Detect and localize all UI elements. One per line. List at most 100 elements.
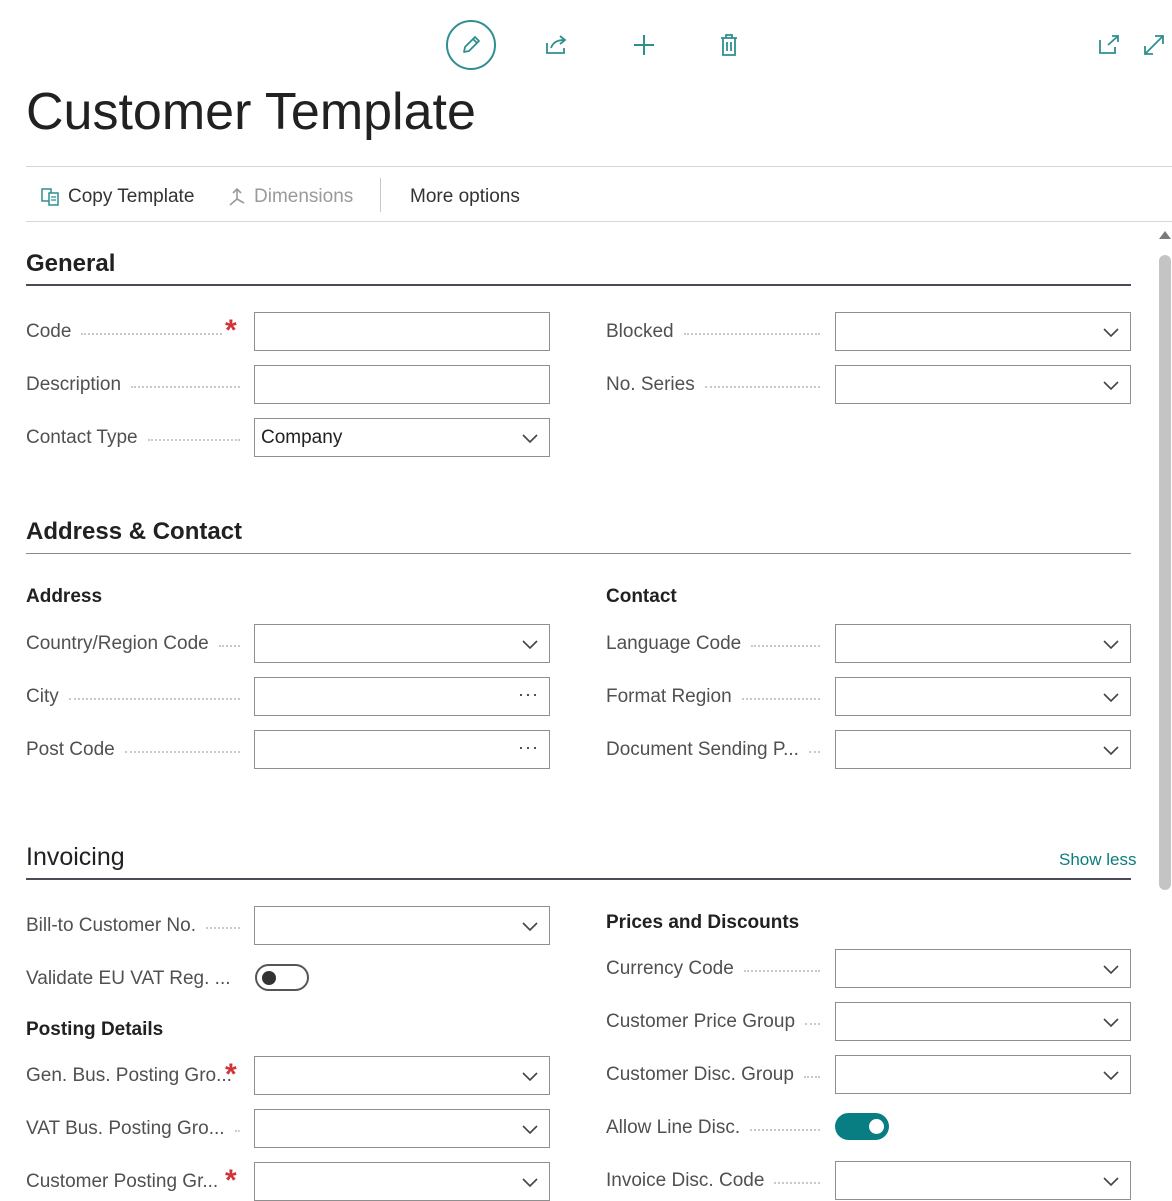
format-region-label: Format Region: [606, 684, 820, 710]
dimensions-action[interactable]: Dimensions: [226, 182, 353, 212]
bill-to-customer-no-label: Bill-to Customer No.: [26, 913, 240, 939]
chevron-down-icon: [1103, 693, 1119, 703]
copy-template-action[interactable]: Copy Template: [40, 182, 194, 212]
country-region-code-select[interactable]: [254, 624, 550, 663]
language-code-select[interactable]: [835, 624, 1131, 663]
copy-template-label: Copy Template: [68, 186, 195, 207]
share-icon: [546, 35, 567, 54]
chevron-down-icon: [522, 1125, 538, 1135]
expand-icon: [1144, 35, 1164, 55]
vat-bus-posting-group-select[interactable]: [254, 1109, 550, 1148]
chevron-down-icon: [522, 1178, 538, 1188]
section-general-title[interactable]: General: [26, 250, 115, 278]
chevron-down-icon: [1103, 746, 1119, 756]
description-label: Description: [26, 372, 240, 398]
invoice-disc-code-label: Invoice Disc. Code: [606, 1168, 820, 1194]
delete-icon: [721, 34, 737, 56]
customer-disc-group-label: Customer Disc. Group: [606, 1062, 820, 1088]
chevron-down-icon: [1103, 328, 1119, 338]
more-options-label: More options: [410, 186, 520, 207]
bill-to-customer-no-select[interactable]: [254, 906, 550, 945]
chevron-down-icon: [1103, 640, 1119, 650]
description-input[interactable]: [254, 365, 550, 404]
section-rule: [26, 878, 1131, 880]
chevron-down-icon: [522, 1072, 538, 1082]
divider: [26, 166, 1172, 167]
post-code-input[interactable]: ···: [254, 730, 550, 769]
contact-type-label: Contact Type: [26, 425, 240, 451]
toggle-knob: [262, 971, 276, 985]
city-input[interactable]: ···: [254, 677, 550, 716]
validate-eu-vat-label: Validate EU VAT Reg. ...: [26, 968, 231, 989]
city-label: City: [26, 684, 240, 710]
code-input[interactable]: [254, 312, 550, 351]
expand-button[interactable]: [1141, 32, 1167, 58]
section-rule: [26, 284, 1131, 286]
document-sending-profile-select[interactable]: [835, 730, 1131, 769]
more-icon[interactable]: ···: [518, 737, 539, 758]
scroll-up-arrow-icon[interactable]: [1159, 231, 1171, 239]
open-new-window-button[interactable]: [1096, 32, 1122, 58]
plus-icon: [634, 35, 654, 55]
contact-type-select[interactable]: Company: [254, 418, 550, 457]
pencil-icon: [463, 36, 480, 53]
customer-price-group-select[interactable]: [835, 1002, 1131, 1041]
chevron-down-icon: [1103, 1018, 1119, 1028]
delete-button[interactable]: [716, 32, 742, 58]
action-separator: [380, 178, 381, 212]
currency-code-label: Currency Code: [606, 956, 820, 982]
address-subheading: Address: [26, 586, 103, 607]
edit-button[interactable]: [446, 20, 496, 70]
required-indicator: *: [225, 1058, 237, 1091]
customer-price-group-label: Customer Price Group: [606, 1009, 820, 1035]
contact-subheading: Contact: [606, 586, 677, 607]
customer-posting-group-select[interactable]: [254, 1162, 550, 1201]
dimensions-icon: [226, 187, 248, 207]
country-region-code-label: Country/Region Code: [26, 631, 240, 657]
chevron-down-icon: [522, 922, 538, 932]
required-indicator: *: [225, 1164, 237, 1197]
gen-bus-posting-group-label: Gen. Bus. Posting Gro...: [26, 1065, 232, 1086]
toggle-knob: [869, 1119, 884, 1134]
no-series-select[interactable]: [835, 365, 1131, 404]
no-series-label: No. Series: [606, 372, 820, 398]
post-code-label: Post Code: [26, 737, 240, 763]
invoice-disc-code-select[interactable]: [835, 1161, 1131, 1200]
section-invoicing-title[interactable]: Invoicing: [26, 843, 125, 872]
show-less-link[interactable]: Show less: [1059, 850, 1136, 870]
divider: [26, 221, 1172, 222]
vat-bus-posting-group-label: VAT Bus. Posting Gro...: [26, 1116, 240, 1142]
posting-details-subheading: Posting Details: [26, 1019, 164, 1040]
language-code-label: Language Code: [606, 631, 820, 657]
allow-line-disc-toggle[interactable]: [835, 1113, 889, 1140]
chevron-down-icon: [1103, 965, 1119, 975]
share-button[interactable]: [544, 32, 570, 58]
prices-discounts-subheading: Prices and Discounts: [606, 912, 800, 933]
chevron-down-icon: [1103, 381, 1119, 391]
blocked-select[interactable]: [835, 312, 1131, 351]
code-label: Code: [26, 319, 222, 345]
more-options-action[interactable]: More options: [410, 182, 520, 212]
required-indicator: *: [225, 314, 237, 347]
gen-bus-posting-group-select[interactable]: [254, 1056, 550, 1095]
dimensions-label: Dimensions: [254, 186, 354, 207]
scrollbar-thumb[interactable]: [1159, 255, 1171, 890]
format-region-select[interactable]: [835, 677, 1131, 716]
currency-code-select[interactable]: [835, 949, 1131, 988]
section-rule: [26, 553, 1131, 554]
allow-line-disc-label: Allow Line Disc.: [606, 1115, 820, 1141]
chevron-down-icon: [1103, 1177, 1119, 1187]
open-new-window-icon: [1099, 35, 1119, 54]
more-icon[interactable]: ···: [518, 684, 539, 705]
customer-disc-group-select[interactable]: [835, 1055, 1131, 1094]
copy-icon: [40, 187, 62, 207]
new-button[interactable]: [631, 32, 657, 58]
section-address-contact-title[interactable]: Address & Contact: [26, 518, 242, 546]
chevron-down-icon: [522, 640, 538, 650]
chevron-down-icon: [1103, 1071, 1119, 1081]
blocked-label: Blocked: [606, 319, 820, 345]
chevron-down-icon: [522, 434, 538, 444]
page-title: Customer Template: [26, 83, 476, 141]
validate-eu-vat-toggle[interactable]: [255, 964, 309, 991]
customer-posting-group-label: Customer Posting Gr...: [26, 1171, 219, 1192]
